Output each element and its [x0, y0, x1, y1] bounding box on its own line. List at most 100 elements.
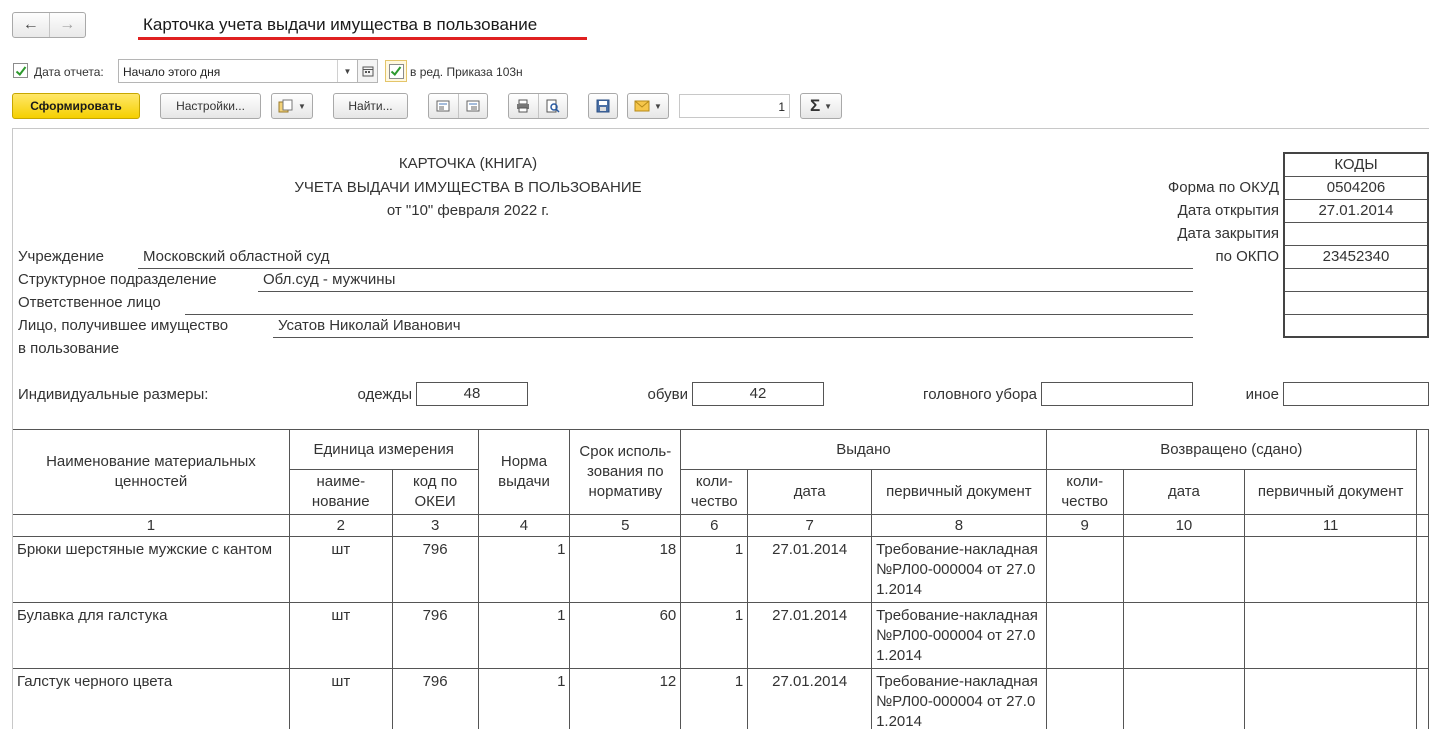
chevron-down-icon[interactable]: ▼	[337, 60, 357, 82]
item-issued-qty: 1	[680, 536, 749, 603]
header-issued-date: дата	[747, 469, 873, 515]
item-returned-date	[1122, 602, 1246, 669]
item-name: Булавка для галстука	[13, 602, 290, 669]
item-term: 18	[569, 536, 682, 603]
send-email-button[interactable]: ▼	[627, 93, 669, 119]
item-norm: 1	[477, 668, 571, 729]
okud-value: 0504206	[1283, 175, 1429, 200]
header-norm: Норма выдачи	[477, 429, 571, 515]
report-date-checkbox[interactable]	[13, 63, 28, 78]
header-unit-name: наиме-нование	[289, 469, 393, 515]
back-arrow-icon[interactable]: ←	[13, 13, 49, 37]
item-issued-date: 27.01.2014	[747, 602, 873, 669]
item-issued-qty: 1	[680, 602, 749, 669]
item-issued-date: 27.01.2014	[747, 536, 873, 603]
clothes-size-box: 48	[416, 382, 528, 406]
chevron-down-icon: ▼	[298, 101, 306, 111]
report-title-1: КАРТОЧКА (КНИГА)	[398, 155, 538, 172]
col-number: 2	[288, 514, 393, 537]
item-returned-qty	[1045, 602, 1124, 669]
group-expand-collapse	[428, 93, 488, 119]
print-preview-icon[interactable]	[537, 94, 568, 118]
header-issued: Выдано	[680, 429, 1047, 470]
title-underline	[138, 37, 587, 40]
col-number: 11	[1244, 514, 1417, 537]
print-icon[interactable]	[509, 94, 538, 118]
table-row[interactable]: Булавка для галстука шт 796 1 60 1 27.01…	[13, 602, 1429, 669]
open-date-label: Дата открытия	[1177, 202, 1279, 219]
institution-label: Учреждение	[18, 248, 104, 265]
table-row[interactable]: Галстук черного цвета шт 796 1 12 1 27.0…	[13, 668, 1429, 729]
sum-icon: Σ	[809, 96, 821, 115]
codes-header: КОДЫ	[1283, 152, 1429, 177]
expand-groups-icon[interactable]	[457, 94, 488, 118]
item-name: Брюки шерстяные мужские с кантом	[13, 536, 290, 603]
settings-button[interactable]: Настройки...	[160, 93, 261, 119]
institution-underline	[138, 268, 1193, 269]
report-sheet[interactable]: КАРТОЧКА (КНИГА) УЧЕТА ВЫДАЧИ ИМУЩЕСТВА …	[12, 128, 1429, 729]
close-date-value	[1283, 221, 1429, 246]
sizes-label: Индивидуальные размеры:	[18, 386, 209, 403]
report-date-select[interactable]: Начало этого дня ▼	[118, 59, 358, 83]
item-issued-date: 27.01.2014	[747, 668, 873, 729]
division-label: Структурное подразделение	[18, 271, 217, 288]
calendar-icon[interactable]	[358, 59, 378, 83]
generate-button[interactable]: Сформировать	[12, 93, 140, 119]
collapse-groups-icon[interactable]	[429, 94, 458, 118]
headwear-label: головного убора	[923, 386, 1037, 403]
shoes-label: обуви	[647, 386, 688, 403]
find-button[interactable]: Найти...	[333, 93, 408, 119]
recipient-underline	[273, 337, 1193, 338]
header-returned-date: дата	[1122, 469, 1246, 515]
header-issued-doc: первичный документ	[871, 469, 1047, 515]
col-number: 4	[477, 514, 571, 537]
report-date-value: Начало этого дня	[123, 65, 221, 79]
division-value: Обл.суд - мужчины	[263, 271, 396, 288]
item-unit: шт	[288, 668, 393, 729]
variants-button[interactable]: ▼	[271, 93, 313, 119]
sum-button[interactable]: Σ ▼	[800, 93, 842, 119]
header-term: Срок исполь-зования по нормативу	[569, 429, 682, 515]
item-okei: 796	[391, 602, 479, 669]
okpo-value: 23452340	[1283, 244, 1429, 269]
checkmark-icon	[15, 65, 26, 76]
order-103n-checkbox[interactable]	[385, 60, 407, 82]
code-empty-2	[1283, 290, 1429, 315]
header-name: Наименование материальных ценностей	[13, 429, 290, 515]
other-label: иное	[1245, 386, 1279, 403]
col-number: 3	[391, 514, 479, 537]
item-returned-date	[1122, 536, 1246, 603]
checkmark-icon	[390, 66, 402, 76]
col-number: 8	[871, 514, 1047, 537]
item-issued-doc: Требование-накладная №РЛ00-000004 от 27.…	[871, 602, 1047, 669]
other-size-box	[1283, 382, 1429, 406]
item-returned-doc	[1244, 668, 1417, 729]
col-number: 10	[1122, 514, 1246, 537]
forward-arrow-icon[interactable]: →	[48, 13, 86, 37]
item-returned-date	[1122, 668, 1246, 729]
division-underline	[258, 291, 1193, 292]
recipient-value: Усатов Николай Иванович	[278, 317, 461, 334]
col-number-overflow	[1415, 514, 1429, 537]
save-icon[interactable]	[588, 93, 618, 119]
open-date-value: 27.01.2014	[1283, 198, 1429, 223]
item-name: Галстук черного цвета	[13, 668, 290, 729]
report-variant-icon	[278, 99, 293, 113]
clothes-label: одежды	[357, 386, 412, 403]
table-row[interactable]: Брюки шерстяные мужские с кантом шт 796 …	[13, 536, 1429, 603]
report-date-label: Дата отчета:	[34, 65, 104, 79]
code-empty-1	[1283, 267, 1429, 292]
header-okei: код по ОКЕИ	[391, 469, 479, 515]
item-norm: 1	[477, 536, 571, 603]
item-unit: шт	[288, 536, 393, 603]
headwear-size-box	[1041, 382, 1193, 406]
order-103n-label: в ред. Приказа 103н	[410, 65, 523, 79]
item-overflow	[1415, 536, 1429, 603]
item-returned-qty	[1045, 536, 1124, 603]
chevron-down-icon: ▼	[824, 101, 833, 111]
item-okei: 796	[391, 536, 479, 603]
item-term: 60	[569, 602, 682, 669]
col-number: 7	[747, 514, 873, 537]
recipient-label: Лицо, получившее имущество	[18, 317, 229, 334]
page-number-field[interactable]: 1	[679, 94, 790, 118]
